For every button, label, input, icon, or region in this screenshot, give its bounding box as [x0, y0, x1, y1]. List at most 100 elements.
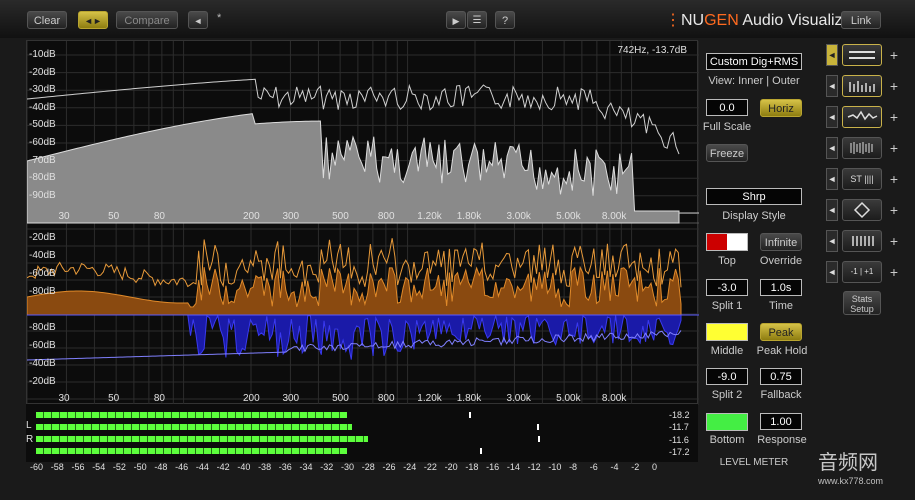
mode-arrow-icon[interactable]: ◄: [826, 199, 838, 221]
display-style-field[interactable]: Shrp: [706, 188, 802, 205]
x-tick-label: 300: [282, 393, 300, 404]
y-tick-label: -80dB: [29, 286, 56, 297]
y-tick-label: -40dB: [29, 250, 56, 261]
mode-level-bars-icon[interactable]: [842, 230, 882, 252]
orange-fill: [27, 265, 682, 316]
add-mode-icon[interactable]: +: [888, 137, 900, 159]
logo-nu: NU: [681, 12, 705, 29]
y-tick-label: -80dB: [29, 322, 56, 333]
add-mode-icon[interactable]: +: [888, 199, 900, 221]
full-scale-field[interactable]: 0.0: [706, 99, 748, 116]
x-tick-label: 500: [332, 393, 349, 404]
meter-value: -11.6: [669, 435, 689, 445]
meter-value: -18.2: [669, 410, 690, 420]
peak-button[interactable]: Peak: [760, 323, 802, 341]
meter-scale-label: -22: [423, 462, 437, 472]
spectrum-display[interactable]: 742Hz, -13.7dB -10dB -20dB -30dB -40dB -50dB…: [26, 40, 699, 405]
fallback-label: Fallback: [760, 389, 802, 401]
meter-scale-label: -4: [610, 462, 619, 472]
add-mode-icon[interactable]: +: [888, 44, 900, 66]
mode-correlation-button[interactable]: -1 | +1: [842, 261, 882, 283]
mode-vectorscope-icon[interactable]: [842, 199, 882, 221]
x-tick-label: 1.80k: [456, 393, 482, 404]
meter-bar: [36, 448, 347, 454]
meter-scale-label: -38: [258, 462, 272, 472]
meter-peak-marker: [537, 436, 540, 442]
stats-setup-button[interactable]: Stats Setup: [843, 291, 881, 315]
link-button[interactable]: Link: [841, 11, 881, 29]
response-field[interactable]: 1.00: [760, 413, 802, 430]
fallback-field[interactable]: 0.75: [760, 368, 802, 385]
top-color-swatch[interactable]: [706, 233, 748, 251]
mode-arrow-icon[interactable]: ◄: [826, 75, 838, 97]
meter-bar: [36, 412, 347, 418]
time-field[interactable]: 1.0s: [760, 279, 802, 296]
response-label: Response: [757, 434, 807, 446]
meter-scale-label: -58: [50, 462, 64, 472]
freeze-button[interactable]: Freeze: [706, 144, 748, 162]
meter-scale-label: -44: [195, 462, 209, 472]
back-arrow-icon[interactable]: ◄: [188, 11, 208, 29]
middle-label: Middle: [710, 345, 744, 357]
compare-toggle-icon[interactable]: ◄►: [78, 11, 108, 29]
blue-fill: [27, 313, 682, 360]
mode-waveform-icon[interactable]: [842, 137, 882, 159]
stats-label: Stats: [851, 294, 873, 304]
bottom-label: Bottom: [709, 434, 745, 446]
list-icon[interactable]: ☰: [467, 11, 487, 29]
mode-horizontal-icon[interactable]: [842, 44, 882, 66]
meter-scale-label: -16: [486, 462, 500, 472]
clear-button[interactable]: Clear: [27, 11, 67, 29]
meter-scale-label: -48: [154, 462, 168, 472]
peak-hold-label: Peak Hold: [756, 345, 808, 357]
middle-color-swatch[interactable]: [706, 323, 748, 341]
x-tick-label: 5.00k: [556, 393, 581, 404]
meter-scale-label: -42: [216, 462, 230, 472]
horiz-button[interactable]: Horiz: [760, 99, 802, 117]
mode-mirror-icon[interactable]: [842, 106, 882, 128]
meter-scale-label: -40: [237, 462, 251, 472]
mode-arrow-icon[interactable]: ◄: [826, 137, 838, 159]
nugen-logo: ⋮NUGEN Audio Visualizer: [665, 10, 857, 30]
meter-scale-label: -50: [133, 462, 147, 472]
split2-field[interactable]: -9.0: [706, 368, 748, 385]
add-mode-icon[interactable]: +: [888, 75, 900, 97]
mode-stereo-button[interactable]: ST ||||: [842, 168, 882, 190]
add-mode-icon[interactable]: +: [888, 168, 900, 190]
mode-spectrum-bars-icon[interactable]: [842, 75, 882, 97]
meter-scale-label: -14: [506, 462, 520, 472]
preset-selector[interactable]: Custom Dig+RMS: [706, 53, 802, 70]
play-icon[interactable]: ▶: [446, 11, 466, 29]
split1-field[interactable]: -3.0: [706, 279, 748, 296]
x-tick-label: 1.20k: [417, 211, 442, 222]
meter-scale-label: -56: [71, 462, 85, 472]
infinite-button[interactable]: Infinite: [760, 233, 802, 251]
meter-scale-label: -18: [465, 462, 479, 472]
add-mode-icon[interactable]: +: [888, 230, 900, 252]
meter-bar: [36, 424, 353, 430]
compare-button[interactable]: Compare: [116, 11, 178, 29]
spectrum-fill: [27, 113, 680, 224]
meter-scale-label: -24: [403, 462, 417, 472]
meter-scale-label: -8: [569, 462, 578, 472]
help-button[interactable]: ?: [495, 11, 515, 29]
display-style-label: Display Style: [722, 210, 786, 222]
watermark-text: 音频网: [818, 450, 878, 474]
level-meter: L R -18.2 -11.7 -11.6 -17.2: [26, 404, 698, 462]
mode-arrow-icon[interactable]: ◄: [826, 44, 838, 66]
level-meter-label: LEVEL METER: [719, 457, 789, 468]
add-mode-icon[interactable]: +: [888, 261, 900, 283]
bottom-color-swatch[interactable]: [706, 413, 748, 431]
add-mode-icon[interactable]: +: [888, 106, 900, 128]
mode-arrow-icon[interactable]: ◄: [826, 230, 838, 252]
x-tick-label: 50: [108, 211, 120, 222]
x-tick-label: 50: [108, 393, 120, 404]
view-selector[interactable]: View: Inner | Outer: [706, 75, 802, 87]
meter-peak-marker: [536, 424, 539, 430]
mode-arrow-icon[interactable]: ◄: [826, 168, 838, 190]
mode-arrow-icon[interactable]: ◄: [826, 106, 838, 128]
meter-scale-label: -10: [548, 462, 562, 472]
x-tick-label: 800: [377, 211, 395, 222]
meter-scale-label: -46: [175, 462, 189, 472]
mode-arrow-icon[interactable]: ◄: [826, 261, 838, 283]
